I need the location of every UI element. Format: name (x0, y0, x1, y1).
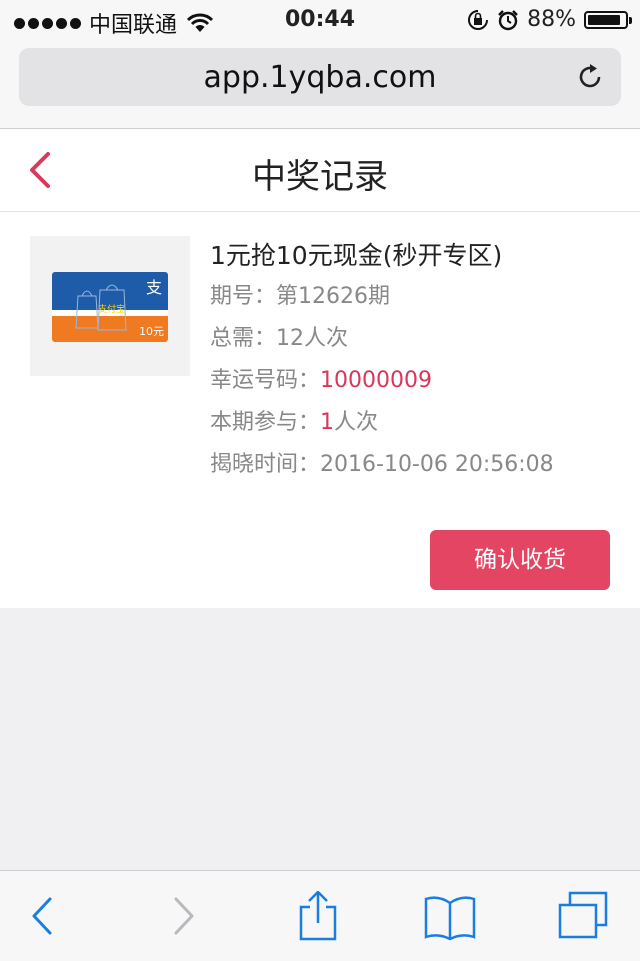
browser-toolbar (0, 870, 640, 961)
bookmarks-icon[interactable] (422, 891, 478, 941)
reveal-time-row: 揭晓时间：2016-10-06 20:56:08 (210, 444, 630, 486)
product-thumbnail[interactable]: 支 支付宝 10元 (30, 236, 190, 376)
page-header: 中奖记录 (0, 129, 640, 212)
page-title: 中奖记录 (252, 157, 388, 197)
alarm-icon (498, 9, 518, 30)
lucky-number-row: 幸运号码：10000009 (210, 360, 630, 402)
period-value: 第12626期 (276, 284, 391, 309)
product-title[interactable]: 1元抢10元现金(秒开专区) (210, 236, 630, 276)
card-value: 10元 (139, 325, 164, 338)
alipay-mark: 支 (145, 278, 162, 297)
participation-unit: 人次 (334, 410, 379, 435)
winning-record-card: 支 支付宝 10元 1元抢10元现金(秒开专区) 期号：第12626期 总需：1… (0, 212, 640, 608)
period-row: 期号：第12626期 (210, 276, 630, 318)
lucky-number-value: 10000009 (320, 368, 432, 393)
alipay-logo: 支付宝 (98, 305, 126, 315)
share-icon[interactable] (290, 891, 346, 941)
url-text[interactable]: app.1yqba.com (19, 60, 621, 95)
battery-icon (584, 10, 632, 29)
toolbar-back-icon[interactable] (14, 891, 70, 941)
status-bar: 中国联通 00:44 88% (0, 0, 640, 42)
participation-label: 本期参与： (210, 410, 321, 435)
toolbar-forward-icon[interactable] (156, 891, 212, 941)
status-right: 88% (467, 7, 632, 32)
address-bar[interactable]: app.1yqba.com (19, 48, 621, 106)
lucky-number-label: 幸运号码： (210, 368, 321, 393)
total-value: 12人次 (276, 326, 349, 351)
participation-row: 本期参与：1人次 (210, 402, 630, 444)
reveal-time-label: 揭晓时间： (210, 452, 321, 477)
browser-top-bar: 中国联通 00:44 88% app.1yqba.com (0, 0, 640, 129)
battery-fill (588, 14, 620, 25)
gift-card-image: 支 支付宝 10元 (52, 272, 168, 342)
period-label: 期号： (210, 284, 277, 309)
total-label: 总需： (210, 326, 277, 351)
reload-icon[interactable] (575, 62, 605, 92)
battery-percent: 88% (527, 7, 576, 32)
reveal-time-value: 2016-10-06 20:56:08 (320, 452, 554, 477)
total-row: 总需：12人次 (210, 318, 630, 360)
confirm-receipt-button[interactable]: 确认收货 (430, 530, 610, 590)
tabs-icon[interactable] (556, 891, 612, 941)
lock-rotation-icon (468, 9, 489, 30)
record-info: 1元抢10元现金(秒开专区) 期号：第12626期 总需：12人次 幸运号码：1… (210, 236, 630, 486)
participation-count: 1 (320, 410, 335, 435)
